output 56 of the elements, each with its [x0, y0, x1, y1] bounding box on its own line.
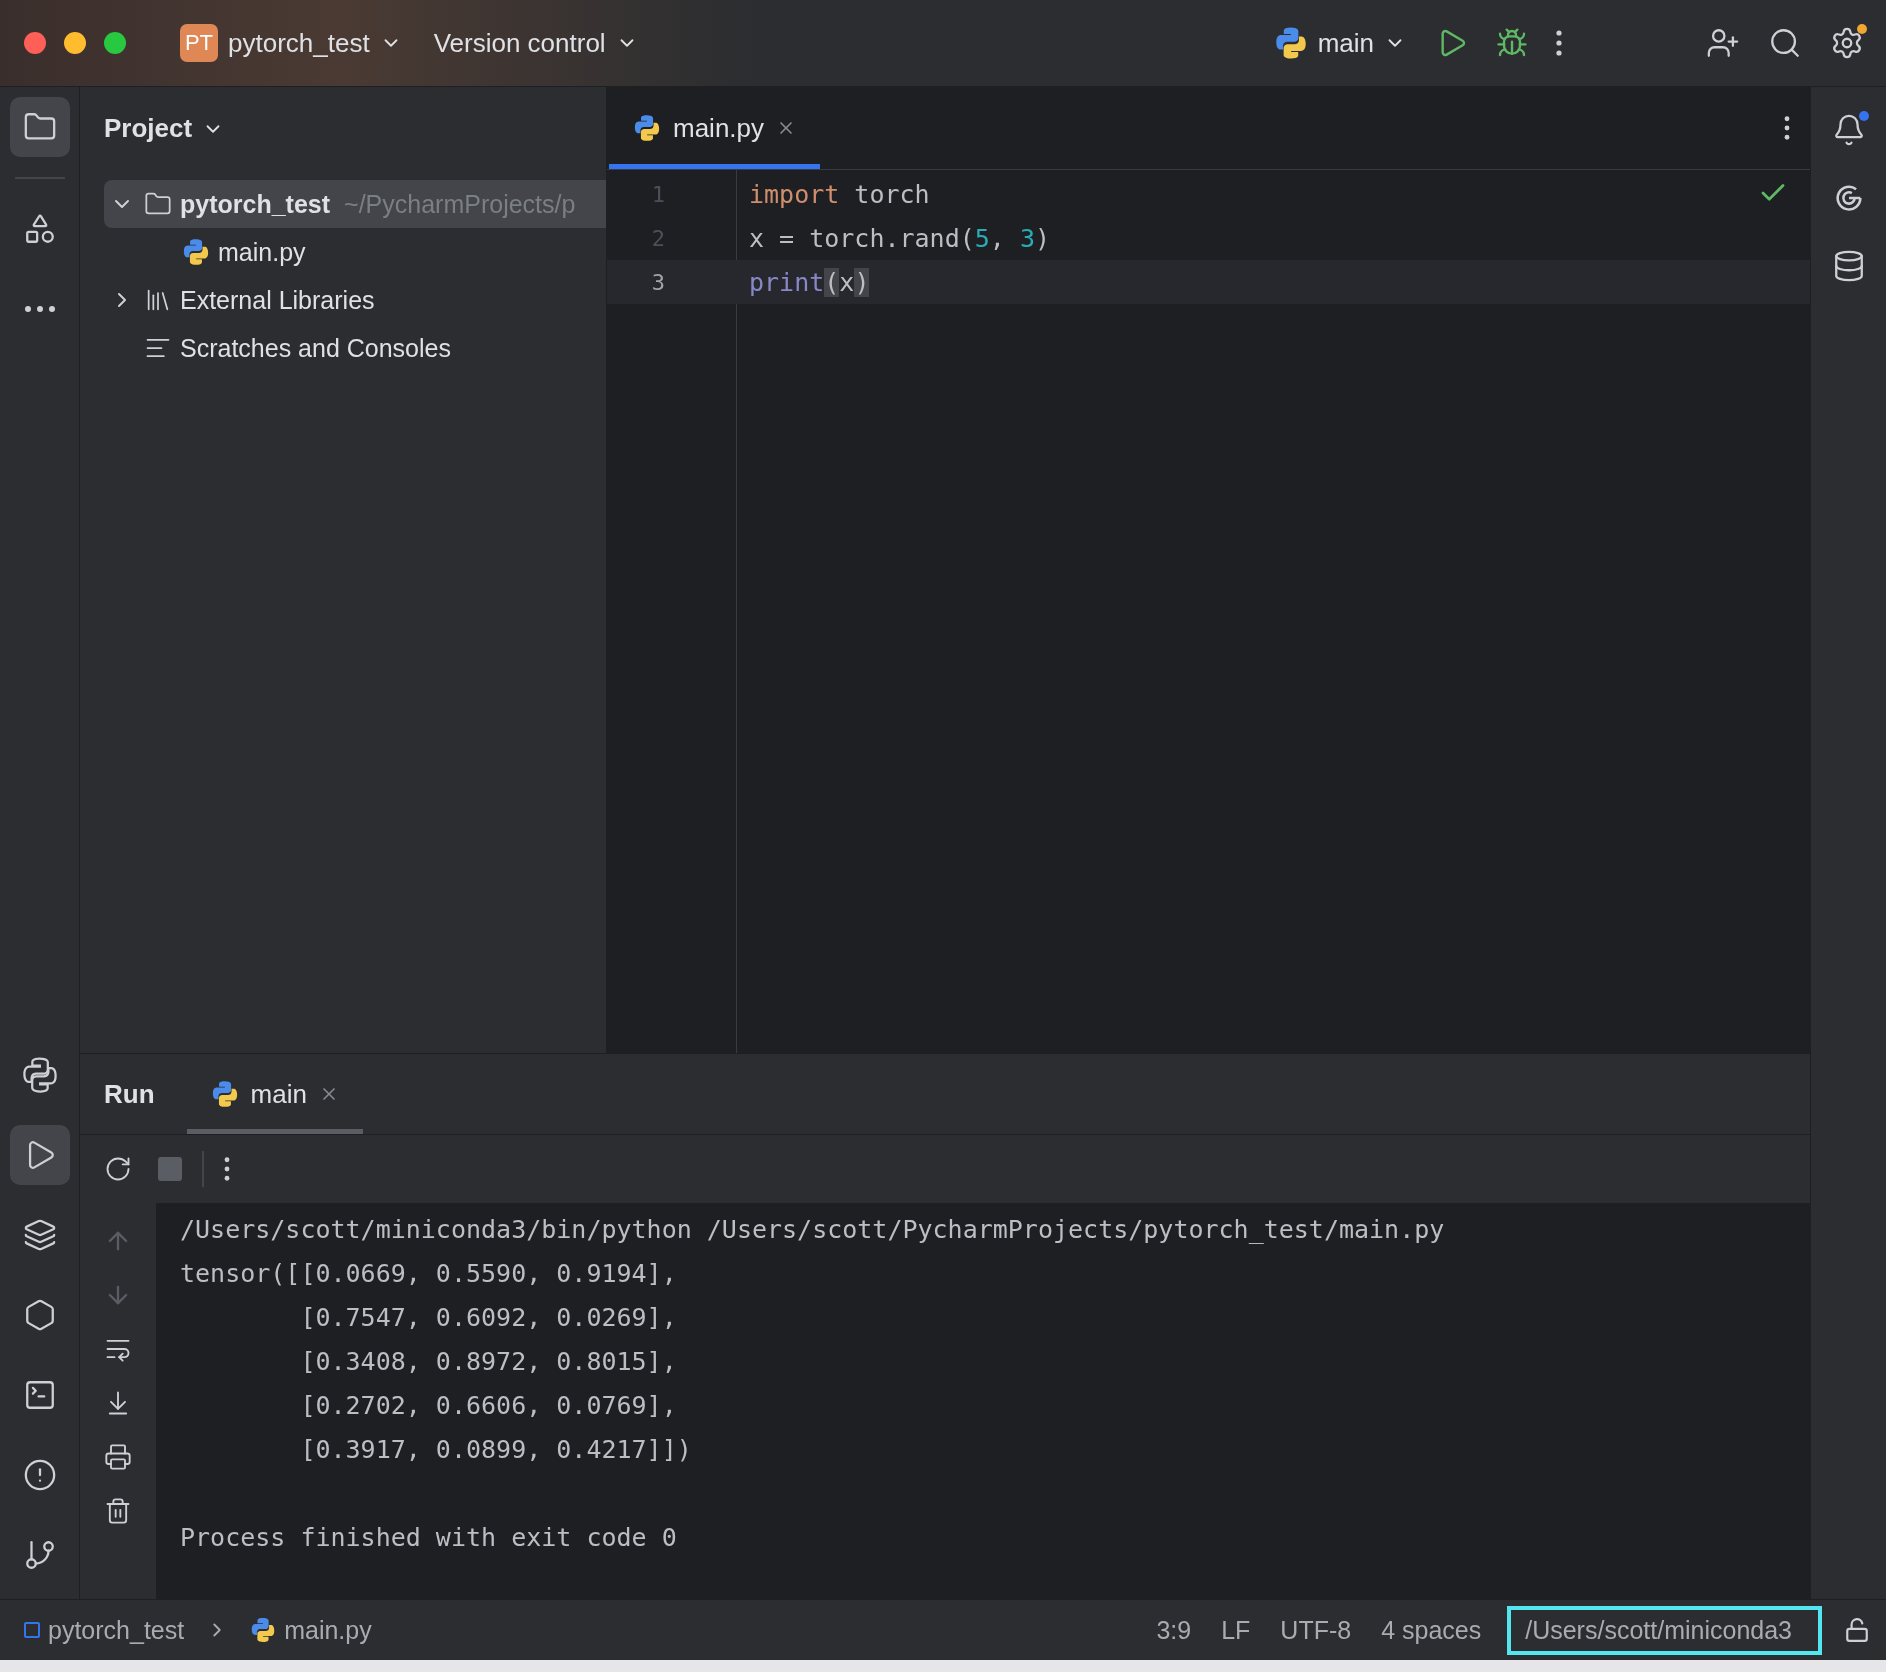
status-item[interactable]: 4 spaces: [1377, 1615, 1486, 1645]
tree-item[interactable]: pytorch_test ~/PycharmProjects/p: [104, 180, 606, 228]
printer-icon: [104, 1443, 132, 1471]
status-item[interactable]: LF: [1217, 1615, 1255, 1645]
vcs-menu[interactable]: Version control: [425, 21, 646, 65]
zoom-window-button[interactable]: [104, 32, 126, 54]
interpreter-selector[interactable]: /Users/scott/miniconda3: [1507, 1605, 1822, 1655]
python-icon: [210, 1080, 239, 1108]
console-line: [0.7547, 0.6092, 0.0269],: [299, 1301, 678, 1334]
status-item[interactable]: 3:9: [1152, 1615, 1196, 1645]
layers-icon: [22, 1218, 57, 1252]
project-panel-title[interactable]: Project: [104, 113, 606, 144]
project-selector[interactable]: PT pytorch_test: [172, 18, 410, 68]
console-line: /Users/scott/miniconda3/bin/python /Users/scott/PycharmProjects/pytorch_test/main.py: [180, 1213, 1446, 1246]
console-line: [0.3408, 0.8972, 0.8015],: [299, 1345, 678, 1378]
editor-tab[interactable]: main.py: [609, 87, 821, 169]
tree-item[interactable]: External Libraries: [104, 276, 606, 324]
run-panel-title: Run: [104, 1077, 155, 1111]
code-text: import torch: [749, 179, 930, 209]
run-tool-button[interactable]: [9, 1125, 70, 1185]
tree-item[interactable]: Scratches and Consoles: [104, 324, 606, 372]
stop-icon: [158, 1157, 182, 1181]
alert-icon: [22, 1458, 57, 1492]
console-line: [0.2702, 0.6606, 0.0769],: [299, 1389, 678, 1422]
more-icon: [224, 1157, 230, 1181]
minimize-window-button[interactable]: [64, 32, 86, 54]
project-tool-button[interactable]: [9, 97, 70, 157]
user-plus-icon: [1706, 26, 1740, 60]
breadcrumb[interactable]: main.py: [250, 1615, 372, 1645]
more-icon: [24, 306, 55, 312]
console-line: tensor([[0.0669, 0.5590, 0.9194],: [180, 1257, 678, 1290]
python-icon: [1273, 26, 1308, 60]
trash-icon: [104, 1497, 132, 1525]
run-config-selector[interactable]: main: [1265, 20, 1414, 66]
close-window-button[interactable]: [24, 32, 46, 54]
python-icon: [182, 238, 210, 266]
python-icon: [250, 1617, 277, 1643]
search-icon: [1768, 26, 1802, 60]
console-line: [0.3917, 0.0899, 0.4217]]): [299, 1433, 693, 1466]
more-icon: [1556, 29, 1562, 57]
run-tab[interactable]: main: [186, 1054, 363, 1134]
line-number: 3: [650, 269, 665, 295]
bug-icon: [1496, 27, 1528, 59]
rerun-icon: [104, 1155, 132, 1183]
tree-item[interactable]: main.py: [104, 228, 606, 276]
code-text: print(x): [749, 267, 870, 297]
breadcrumb[interactable]: pytorch_test: [24, 1615, 185, 1645]
status-item[interactable]: UTF-8: [1276, 1615, 1356, 1645]
module-icon: [24, 1622, 40, 1638]
console-line: Process finished with exit code 0: [180, 1521, 678, 1554]
settings-icon: [1830, 26, 1864, 60]
unlock-icon: [1844, 1617, 1870, 1643]
more-icon: [1784, 116, 1790, 140]
python-console-icon: [21, 1057, 58, 1093]
python-icon: [633, 114, 661, 142]
code-text: x = torch.rand(5, 3): [749, 223, 1051, 253]
